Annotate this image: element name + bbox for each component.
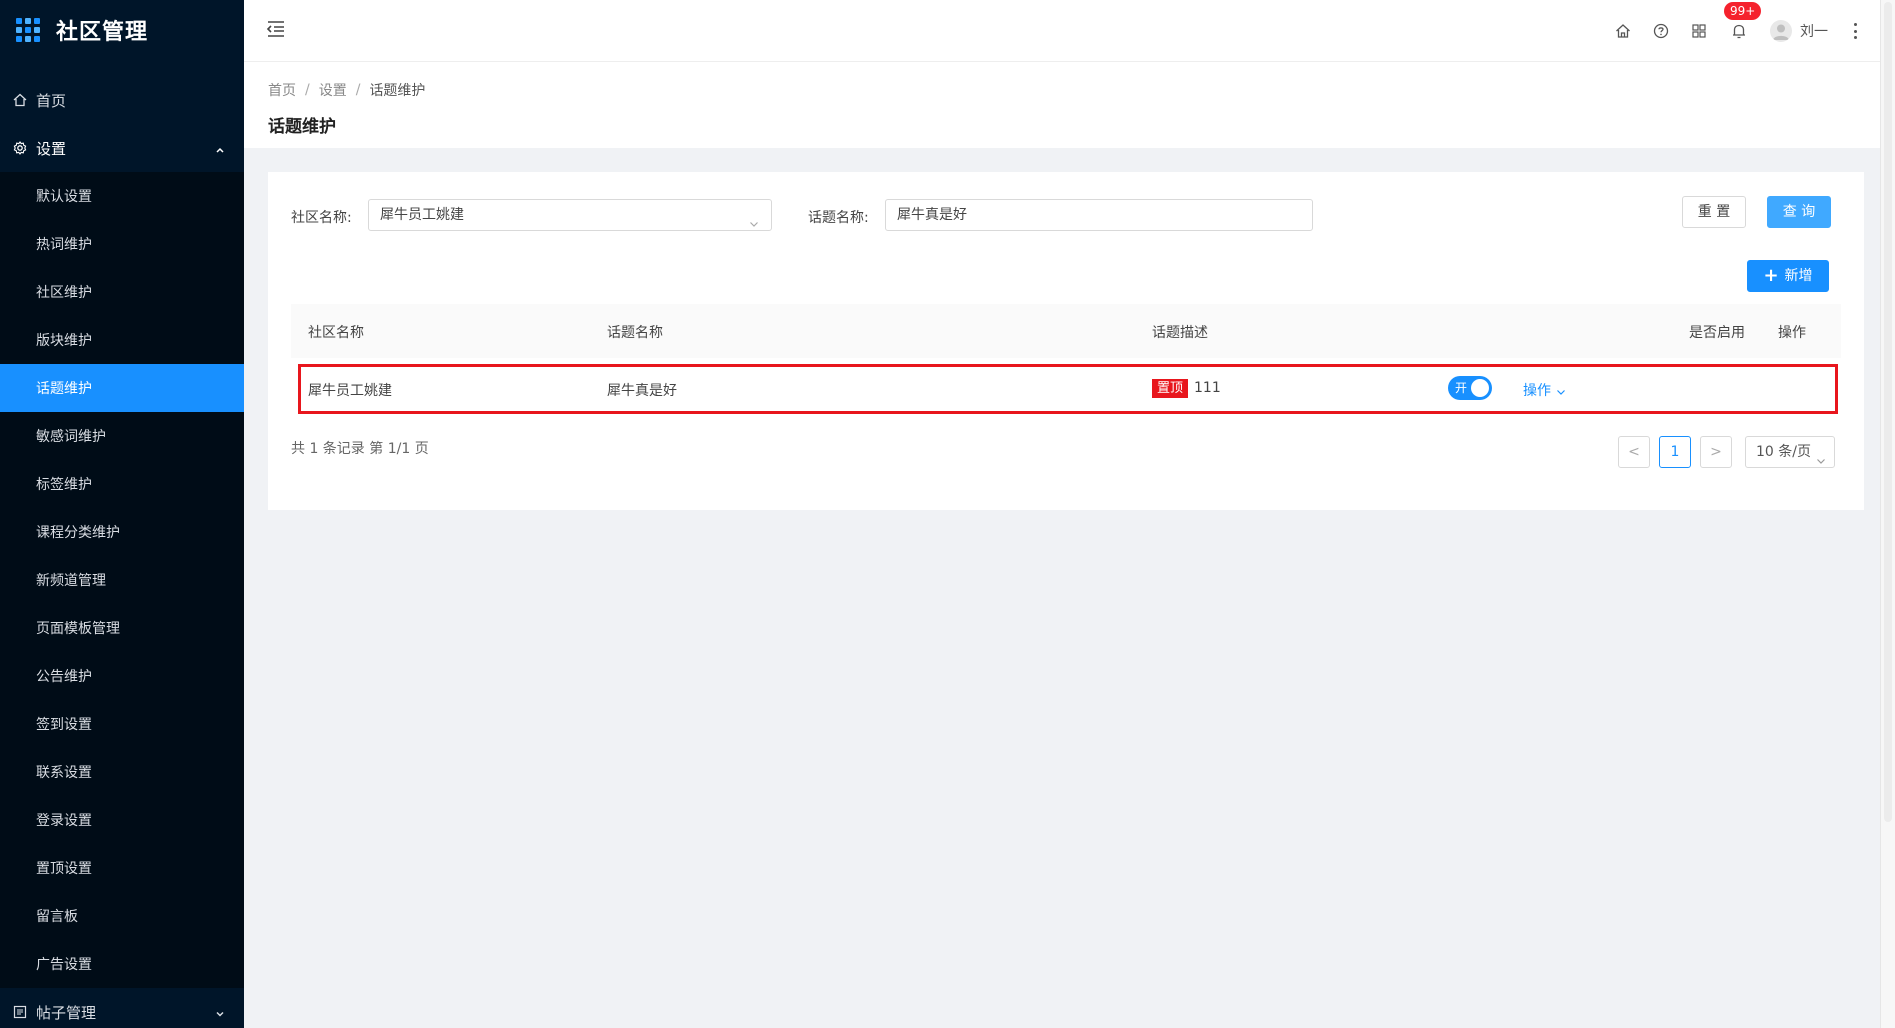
list-icon [12,1004,28,1020]
app-title: 社区管理 [56,20,149,45]
chevron-down-icon [1816,447,1826,464]
scrollbar-thumb[interactable] [1884,2,1892,822]
column-header: 社区名称 [308,325,364,341]
sidebar-item-home[interactable]: 首页 [0,76,244,124]
grid-logo-icon [16,18,40,42]
page-size-value: 10 条/页 [1756,444,1811,460]
sidebar-subitem[interactable]: 敏感词维护 [0,412,244,460]
avatar[interactable] [1770,20,1792,42]
page-size-select[interactable]: 10 条/页 [1745,436,1835,468]
breadcrumb-current: 话题维护 [369,83,426,99]
bell-icon [1730,24,1748,44]
enabled-toggle[interactable]: 开 [1448,376,1492,400]
sidebar-subitem[interactable]: 置顶设置 [0,844,244,892]
app-logo[interactable]: 社区管理 [0,0,244,60]
apps-grid-icon[interactable] [1690,22,1708,40]
sidebar-item-label: 帖子管理 [36,1003,97,1022]
home-icon [12,92,28,108]
pinned-tag: 置顶 [1152,379,1189,398]
page-number-button[interactable]: 1 [1659,436,1691,468]
sidebar-subitem[interactable]: 默认设置 [0,172,244,220]
settings-submenu: 默认设置 热词维护 社区维护 版块维护 话题维护 敏感词维护 标签维护 课程分类… [0,172,244,988]
topic-name-input[interactable]: 犀牛真是好 [885,199,1313,231]
sidebar-subitem-active[interactable]: 话题维护 [0,364,244,412]
community-select[interactable]: 犀牛员工姚建 [368,199,772,231]
notification-bell[interactable]: 99+ [1724,2,1762,40]
sidebar-subitem[interactable]: 版块维护 [0,316,244,364]
sidebar-subitem[interactable]: 登录设置 [0,796,244,844]
toggle-knob [1471,379,1489,397]
sidebar-menu: 首页 设置 默认设置 热词维护 社区维护 版块维护 话题维护 敏感词维护 标签维… [0,76,244,1028]
chevron-down-icon [214,1006,226,1018]
community-filter-label: 社区名称: [291,210,352,226]
top-header: 99+ 刘一 [244,0,1880,62]
column-header: 话题描述 [1152,325,1208,341]
topic-filter-label: 话题名称: [808,210,869,226]
content-card: 社区名称: 犀牛员工姚建 话题名称: 犀牛真是好 重 置 查 询 + 新增 社区… [268,172,1864,510]
reset-button[interactable]: 重 置 [1682,196,1746,228]
sidebar-item-posts[interactable]: 帖子管理 [0,988,244,1028]
breadcrumb-separator: / [305,82,310,98]
page-title: 话题维护 [268,117,336,137]
sidebar-item-label: 设置 [36,139,67,158]
home-icon[interactable] [1614,22,1632,40]
sidebar-subitem[interactable]: 联系设置 [0,748,244,796]
sidebar: 社区管理 首页 设置 默认设置 热词维护 社区维护 版块维护 话题维护 敏感词维… [0,0,244,1028]
help-icon[interactable] [1652,22,1670,40]
page-header: 首页 / 设置 / 话题维护 话题维护 [244,62,1880,148]
chevron-down-icon [749,210,759,227]
page-scrollbar[interactable] [1880,0,1895,1028]
row-action-label: 操作 [1523,383,1551,399]
row-action-dropdown[interactable]: 操作 [1523,380,1566,400]
community-cell: 犀牛员工姚建 [308,383,392,399]
sidebar-subitem[interactable]: 课程分类维护 [0,508,244,556]
sidebar-subitem[interactable]: 社区维护 [0,268,244,316]
add-button-label: 新增 [1784,268,1813,284]
community-select-value: 犀牛员工姚建 [380,207,464,223]
prev-page-button[interactable]: < [1618,436,1650,468]
plus-icon: + [1763,265,1779,286]
breadcrumb-home[interactable]: 首页 [268,80,296,100]
next-page-button[interactable]: > [1700,436,1732,468]
breadcrumb-separator: / [355,82,361,98]
username[interactable]: 刘一 [1800,21,1828,41]
column-header: 操作 [1778,325,1806,341]
chevron-up-icon [214,142,226,154]
table-row: 犀牛员工姚建 犀牛真是好 置顶 111 开 操作 [298,364,1838,414]
sidebar-subitem[interactable]: 公告维护 [0,652,244,700]
sidebar-subitem[interactable]: 广告设置 [0,940,244,988]
column-header: 是否启用 [1689,325,1745,341]
more-vertical-icon[interactable] [1852,23,1858,39]
add-button[interactable]: + 新增 [1747,260,1829,292]
chevron-down-icon [1556,385,1566,395]
breadcrumb-settings[interactable]: 设置 [319,80,347,100]
sidebar-subitem[interactable]: 签到设置 [0,700,244,748]
sidebar-item-label: 首页 [36,91,67,110]
column-header: 话题名称 [607,325,663,341]
settings-icon [12,140,28,156]
sidebar-subitem[interactable]: 热词维护 [0,220,244,268]
sidebar-subitem[interactable]: 新频道管理 [0,556,244,604]
sidebar-subitem[interactable]: 标签维护 [0,460,244,508]
sidebar-subitem[interactable]: 留言板 [0,892,244,940]
table-header: 社区名称 话题名称 话题描述 是否启用 操作 [291,304,1841,358]
topic-cell: 犀牛真是好 [607,383,677,399]
breadcrumb: 首页 / 设置 / 话题维护 [268,80,1880,100]
notification-badge: 99+ [1724,2,1762,20]
sidebar-item-settings[interactable]: 设置 [0,124,244,172]
query-button[interactable]: 查 询 [1767,196,1831,228]
description-cell: 置顶 111 [1152,379,1221,398]
description-text: 111 [1194,380,1221,396]
pagination-summary: 共 1 条记录 第 1/1 页 [291,441,429,457]
menu-fold-icon[interactable] [266,20,288,40]
toggle-label: 开 [1455,381,1468,395]
sidebar-subitem[interactable]: 页面模板管理 [0,604,244,652]
header-actions: 99+ 刘一 [1594,0,1880,62]
